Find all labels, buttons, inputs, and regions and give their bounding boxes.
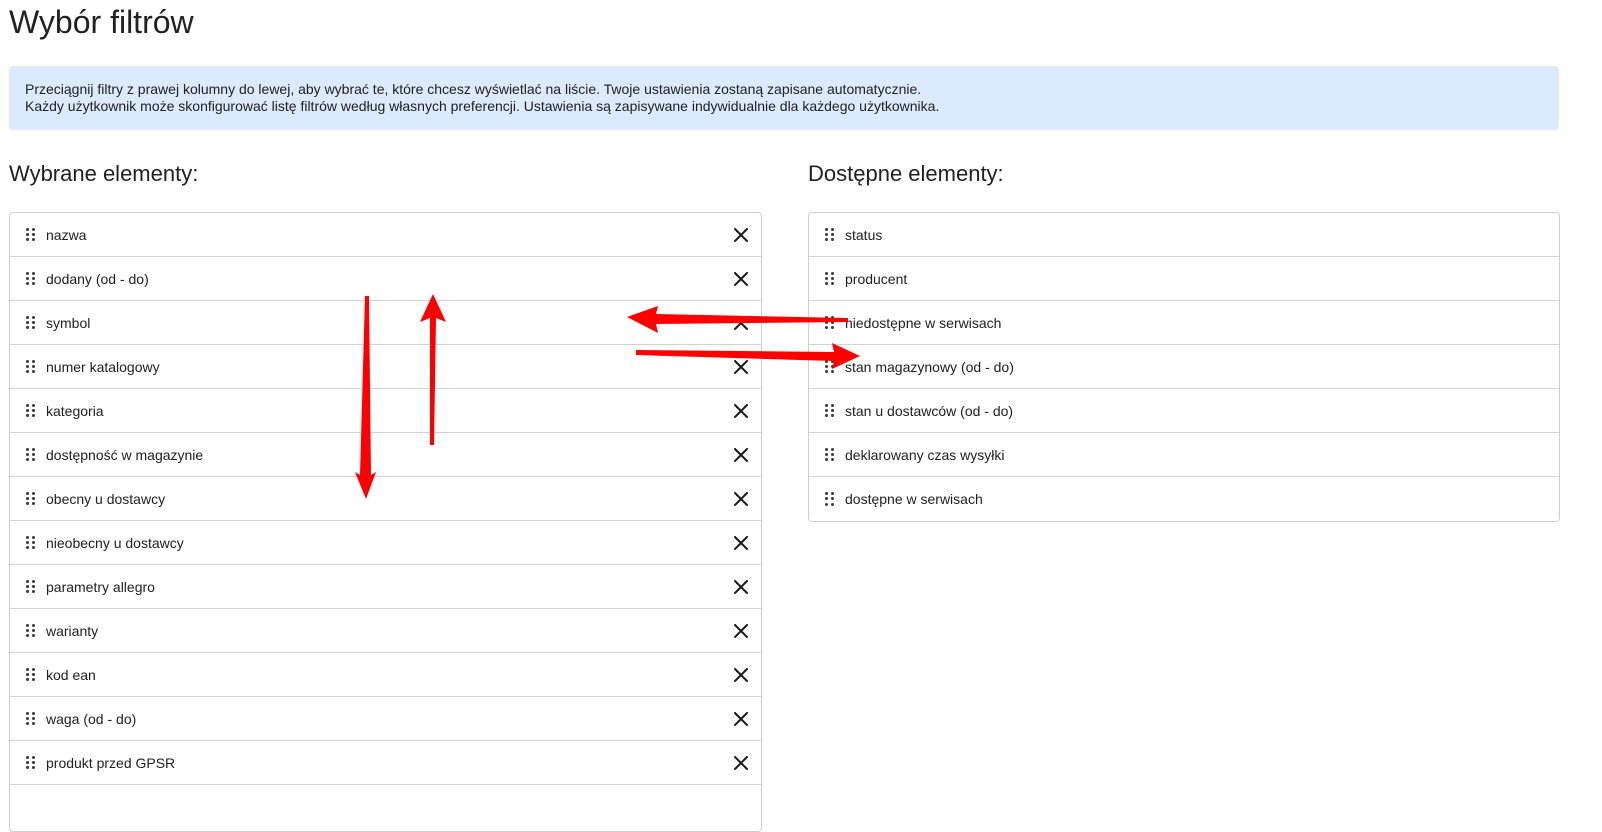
close-icon: [734, 272, 748, 286]
remove-button[interactable]: [731, 445, 751, 465]
close-icon: [734, 360, 748, 374]
remove-button[interactable]: [731, 357, 751, 377]
selected-item[interactable]: dostępność w magazynie: [10, 433, 761, 477]
drag-handle-icon[interactable]: [26, 623, 35, 638]
item-label: producent: [845, 270, 908, 287]
remove-button[interactable]: [731, 489, 751, 509]
item-label: produkt przed GPSR: [46, 754, 176, 771]
remove-button[interactable]: [731, 665, 751, 685]
close-icon: [734, 580, 748, 594]
available-item[interactable]: stan magazynowy (od - do): [809, 345, 1559, 389]
item-label: obecny u dostawcy: [46, 490, 166, 507]
remove-button[interactable]: [731, 401, 751, 421]
remove-button[interactable]: [731, 313, 751, 333]
drag-handle-icon[interactable]: [26, 271, 35, 286]
selected-item[interactable]: nieobecny u dostawcy: [10, 521, 761, 565]
available-item[interactable]: stan u dostawców (od - do): [809, 389, 1559, 433]
item-label: numer katalogowy: [46, 358, 160, 375]
drag-handle-icon[interactable]: [825, 315, 834, 330]
selected-item[interactable]: numer katalogowy: [10, 345, 761, 389]
close-icon: [734, 492, 748, 506]
info-box: Przeciągnij filtry z prawej kolumny do l…: [9, 66, 1559, 130]
available-item[interactable]: niedostępne w serwisach: [809, 301, 1559, 345]
selected-item[interactable]: waga (od - do): [10, 697, 761, 741]
item-label: symbol: [46, 314, 91, 331]
selected-item[interactable]: nazwa: [10, 213, 761, 257]
info-text-line-1: Przeciągnij filtry z prawej kolumny do l…: [25, 81, 922, 97]
selected-item[interactable]: symbol: [10, 301, 761, 345]
selected-item[interactable]: kategoria: [10, 389, 761, 433]
drag-handle-icon[interactable]: [825, 447, 834, 462]
item-label: warianty: [46, 622, 99, 639]
page-title: Wybór filtrów: [9, 4, 194, 40]
drag-handle-icon[interactable]: [26, 403, 35, 418]
drag-handle-icon[interactable]: [825, 227, 834, 242]
drag-handle-icon[interactable]: [26, 755, 35, 770]
item-label: kategoria: [46, 402, 104, 419]
remove-button[interactable]: [731, 269, 751, 289]
drag-handle-icon[interactable]: [26, 359, 35, 374]
close-icon: [734, 404, 748, 418]
drag-handle-icon[interactable]: [825, 403, 834, 418]
available-heading: Dostępne elementy:: [808, 161, 1004, 186]
available-list: status producent niedostępne w serwisach st…: [808, 212, 1560, 522]
remove-button[interactable]: [731, 753, 751, 773]
selected-heading: Wybrane elementy:: [9, 161, 199, 186]
item-label: deklarowany czas wysyłki: [845, 446, 1005, 463]
available-item[interactable]: status: [809, 213, 1559, 257]
selected-item[interactable]: dodany (od - do): [10, 257, 761, 301]
close-icon: [734, 448, 748, 462]
drag-handle-icon[interactable]: [26, 227, 35, 242]
drag-handle-icon[interactable]: [825, 359, 834, 374]
drag-handle-icon[interactable]: [825, 271, 834, 286]
drag-handle-icon[interactable]: [26, 711, 35, 726]
drag-handle-icon[interactable]: [26, 315, 35, 330]
available-item[interactable]: producent: [809, 257, 1559, 301]
drag-handle-icon[interactable]: [825, 492, 834, 506]
drag-handle-icon[interactable]: [26, 535, 35, 550]
available-item[interactable]: dostępne w serwisach: [809, 477, 1559, 521]
item-label: stan magazynowy (od - do): [845, 358, 1014, 375]
item-label: niedostępne w serwisach: [845, 314, 1002, 331]
remove-button[interactable]: [731, 225, 751, 245]
drag-handle-icon[interactable]: [26, 491, 35, 506]
item-label: dostępność w magazynie: [46, 446, 204, 463]
close-icon: [734, 316, 748, 330]
drag-handle-icon[interactable]: [26, 667, 35, 682]
close-icon: [734, 228, 748, 242]
close-icon: [734, 536, 748, 550]
remove-button[interactable]: [731, 709, 751, 729]
remove-button[interactable]: [731, 533, 751, 553]
item-label: dostępne w serwisach: [845, 491, 983, 507]
close-icon: [734, 756, 748, 770]
available-item[interactable]: deklarowany czas wysyłki: [809, 433, 1559, 477]
drag-handle-icon[interactable]: [26, 579, 35, 594]
item-label: dodany (od - do): [46, 270, 149, 287]
selected-item[interactable]: produkt przed GPSR: [10, 741, 761, 785]
item-label: parametry allegro: [46, 578, 155, 595]
remove-button[interactable]: [731, 577, 751, 597]
selected-item[interactable]: warianty: [10, 609, 761, 653]
item-label: nieobecny u dostawcy: [46, 534, 184, 551]
item-label: status: [845, 226, 883, 243]
item-label: kod ean: [46, 666, 96, 683]
selected-list: nazwa dodany (od - do) symbol numer katalog…: [9, 212, 762, 832]
item-label: stan u dostawców (od - do): [845, 402, 1014, 419]
close-icon: [734, 624, 748, 638]
item-label: nazwa: [46, 226, 87, 243]
drag-handle-icon[interactable]: [26, 447, 35, 462]
close-icon: [734, 712, 748, 726]
remove-button[interactable]: [731, 621, 751, 641]
item-label: waga (od - do): [46, 710, 137, 727]
info-text-line-2: Każdy użytkownik może skonfigurować list…: [25, 98, 940, 114]
close-icon: [734, 668, 748, 682]
selected-item[interactable]: obecny u dostawcy: [10, 477, 761, 521]
selected-item[interactable]: parametry allegro: [10, 565, 761, 609]
selected-item[interactable]: kod ean: [10, 653, 761, 697]
